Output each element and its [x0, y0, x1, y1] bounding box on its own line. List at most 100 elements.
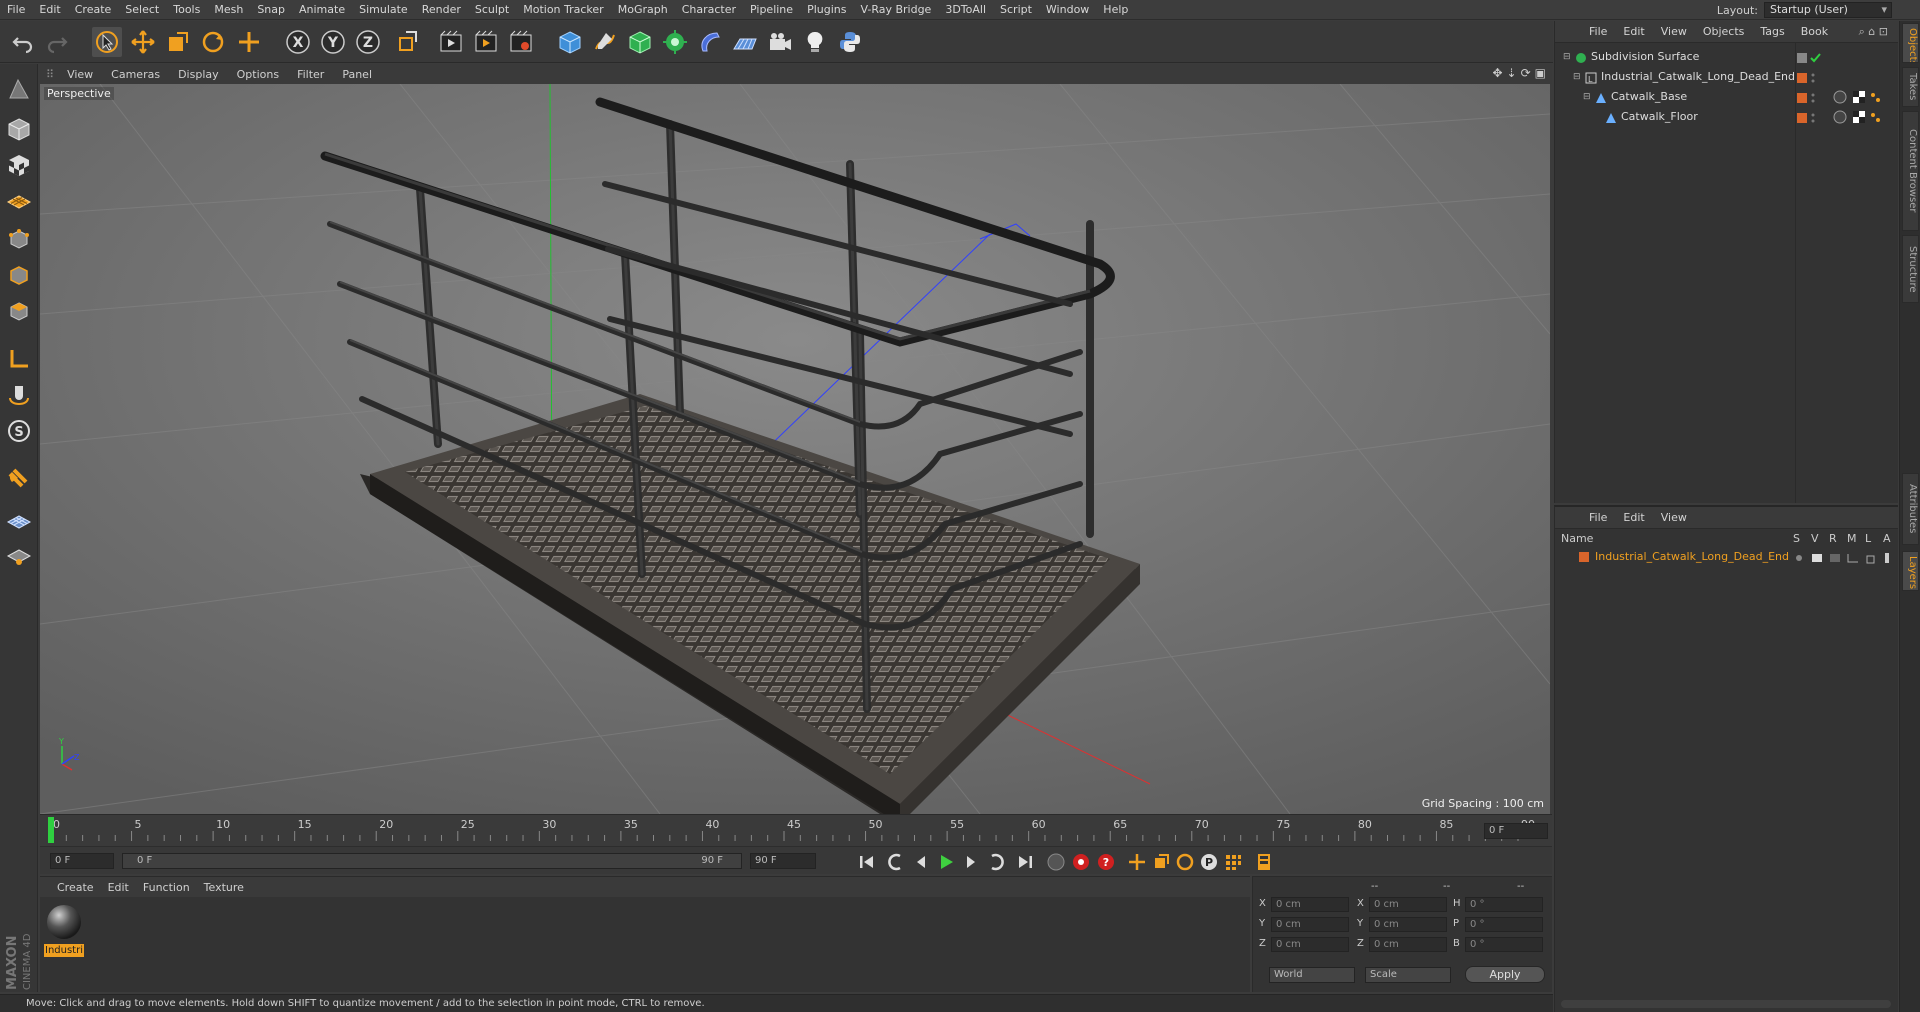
goto-end-icon[interactable] [1014, 851, 1036, 873]
viewport-menu-view[interactable]: View [58, 68, 102, 81]
menu-simulate[interactable]: Simulate [352, 0, 415, 20]
viewport-3d[interactable]: Y Z Perspective Grid Spacing : 100 cm [40, 84, 1550, 814]
record-keyframe-icon[interactable] [1045, 851, 1067, 873]
menu-mograph[interactable]: MoGraph [611, 0, 675, 20]
rotate-tool-icon[interactable] [198, 27, 228, 57]
menu-plugins[interactable]: Plugins [800, 0, 853, 20]
coord-value-field[interactable]: 0 cm [1369, 897, 1447, 912]
object-menu-file[interactable]: File [1581, 25, 1615, 38]
prev-frame-icon[interactable] [910, 851, 932, 873]
next-key-icon[interactable] [985, 851, 1007, 873]
frame-range-slider[interactable]: 0 F 90 F [122, 853, 742, 869]
model-mode-icon[interactable] [4, 114, 34, 144]
expand-toggle-icon[interactable]: ⊟ [1563, 47, 1571, 67]
expand-toggle-icon[interactable]: ⊟ [1573, 67, 1581, 87]
object-menu-objects[interactable]: Objects [1695, 25, 1753, 38]
object-row[interactable]: ⊟ Catwalk_Base [1555, 87, 1899, 107]
object-row[interactable]: ⊟ L Industrial_Catwalk_Long_Dead_End [1555, 67, 1899, 87]
subdivision-generator-icon[interactable] [625, 27, 655, 57]
playhead[interactable] [48, 817, 54, 843]
coord-value-field[interactable]: 0 cm [1369, 917, 1447, 932]
z-axis-lock-icon[interactable]: Z [353, 27, 383, 57]
layer-menu-view[interactable]: View [1653, 511, 1695, 524]
layer-scrollbar[interactable] [1561, 1000, 1891, 1008]
rotate-view-icon[interactable]: ⟳ [1521, 66, 1531, 80]
right-tab-structure[interactable]: Structure [1902, 235, 1919, 303]
layer-menu-file[interactable]: File [1581, 511, 1615, 524]
keyframe-selection-icon[interactable]: ? [1095, 851, 1117, 873]
coord-value-field[interactable]: 0 cm [1271, 897, 1349, 912]
viewport-menu-filter[interactable]: Filter [288, 68, 333, 81]
viewport-menu-panel[interactable]: Panel [333, 68, 381, 81]
scale-dropdown[interactable]: Scale [1365, 967, 1451, 983]
layer-flags-icons[interactable] [1793, 551, 1893, 571]
polygons-mode-icon[interactable] [4, 296, 34, 326]
layer-color-swatch[interactable] [1579, 552, 1589, 562]
edges-mode-icon[interactable] [4, 260, 34, 290]
magnet-icon[interactable] [4, 462, 34, 492]
material-menu-create[interactable]: Create [50, 881, 101, 894]
key-scale-icon[interactable] [1150, 851, 1172, 873]
material-menu-texture[interactable]: Texture [197, 881, 251, 894]
menu-create[interactable]: Create [68, 0, 119, 20]
play-icon[interactable] [935, 851, 957, 873]
move-view-icon[interactable]: ✥ [1492, 66, 1502, 80]
pen-spline-icon[interactable] [590, 27, 620, 57]
y-axis-lock-icon[interactable]: Y [318, 27, 348, 57]
right-tab-layers[interactable]: Layers [1902, 551, 1919, 591]
key-position-icon[interactable] [1126, 851, 1148, 873]
timeline-window-icon[interactable] [1253, 851, 1275, 873]
viewport-menu-display[interactable]: Display [169, 68, 228, 81]
floor-scene-icon[interactable] [730, 27, 760, 57]
object-menu-tags[interactable]: Tags [1752, 25, 1792, 38]
axis-mode-icon[interactable] [4, 344, 34, 374]
right-tab-content-browser[interactable]: Content Browser [1902, 111, 1919, 231]
menu-help[interactable]: Help [1096, 0, 1135, 20]
cube-primitive-icon[interactable] [555, 27, 585, 57]
menu-pipeline[interactable]: Pipeline [743, 0, 800, 20]
viewport-menu-options[interactable]: Options [228, 68, 288, 81]
render-settings-icon[interactable] [506, 27, 536, 57]
menu-mesh[interactable]: Mesh [207, 0, 250, 20]
prev-key-icon[interactable] [885, 851, 907, 873]
viewport-menu-cameras[interactable]: Cameras [102, 68, 169, 81]
end-frame-field[interactable]: 90 F [750, 853, 816, 869]
light-icon[interactable] [800, 27, 830, 57]
object-row[interactable]: Catwalk_Floor [1555, 107, 1899, 127]
object-manager-search-icon[interactable]: ⌕ ⌂ ⊡ [1859, 25, 1888, 39]
move-tool-icon[interactable] [128, 27, 158, 57]
planar-workplane-icon[interactable] [4, 540, 34, 570]
layout-select[interactable]: Startup (User) [1764, 2, 1892, 18]
menu-window[interactable]: Window [1039, 0, 1096, 20]
menu-character[interactable]: Character [675, 0, 743, 20]
coordinate-system-icon[interactable] [393, 27, 423, 57]
right-tab-takes[interactable]: Takes [1902, 67, 1919, 107]
x-axis-lock-icon[interactable]: X [283, 27, 313, 57]
dolly-view-icon[interactable]: ⇣ [1507, 66, 1517, 80]
material-menu-function[interactable]: Function [136, 881, 197, 894]
python-script-icon[interactable] [835, 27, 865, 57]
coord-value-field[interactable]: 0 cm [1369, 937, 1447, 952]
right-tab-attributes[interactable]: Attributes [1902, 473, 1919, 545]
material-tag-icon[interactable] [1833, 110, 1889, 131]
lock-workplane-icon[interactable] [4, 504, 34, 534]
object-row[interactable]: ⊟ Subdivision Surface [1555, 47, 1899, 67]
next-frame-icon[interactable] [960, 851, 982, 873]
frame-display-field[interactable]: 0 F [1484, 823, 1548, 839]
coord-value-field[interactable]: 0 ° [1465, 897, 1543, 912]
expand-toggle-icon[interactable]: ⊟ [1583, 87, 1591, 107]
world-dropdown[interactable]: World [1269, 967, 1355, 983]
menu-file[interactable]: File [0, 0, 32, 20]
cloner-icon[interactable] [660, 27, 690, 57]
menu-select[interactable]: Select [118, 0, 166, 20]
deformer-icon[interactable] [695, 27, 725, 57]
apply-button[interactable]: Apply [1465, 966, 1545, 983]
menu-v-ray-bridge[interactable]: V-Ray Bridge [853, 0, 938, 20]
workplane-mode-icon[interactable] [4, 186, 34, 216]
material-menu-edit[interactable]: Edit [101, 881, 136, 894]
camera-icon[interactable] [765, 27, 795, 57]
coord-value-field[interactable]: 0 ° [1465, 937, 1543, 952]
select-tool-icon[interactable] [92, 27, 122, 57]
right-tab-objects[interactable]: Objects [1902, 23, 1919, 63]
snap-enable-icon[interactable]: S [4, 416, 34, 446]
